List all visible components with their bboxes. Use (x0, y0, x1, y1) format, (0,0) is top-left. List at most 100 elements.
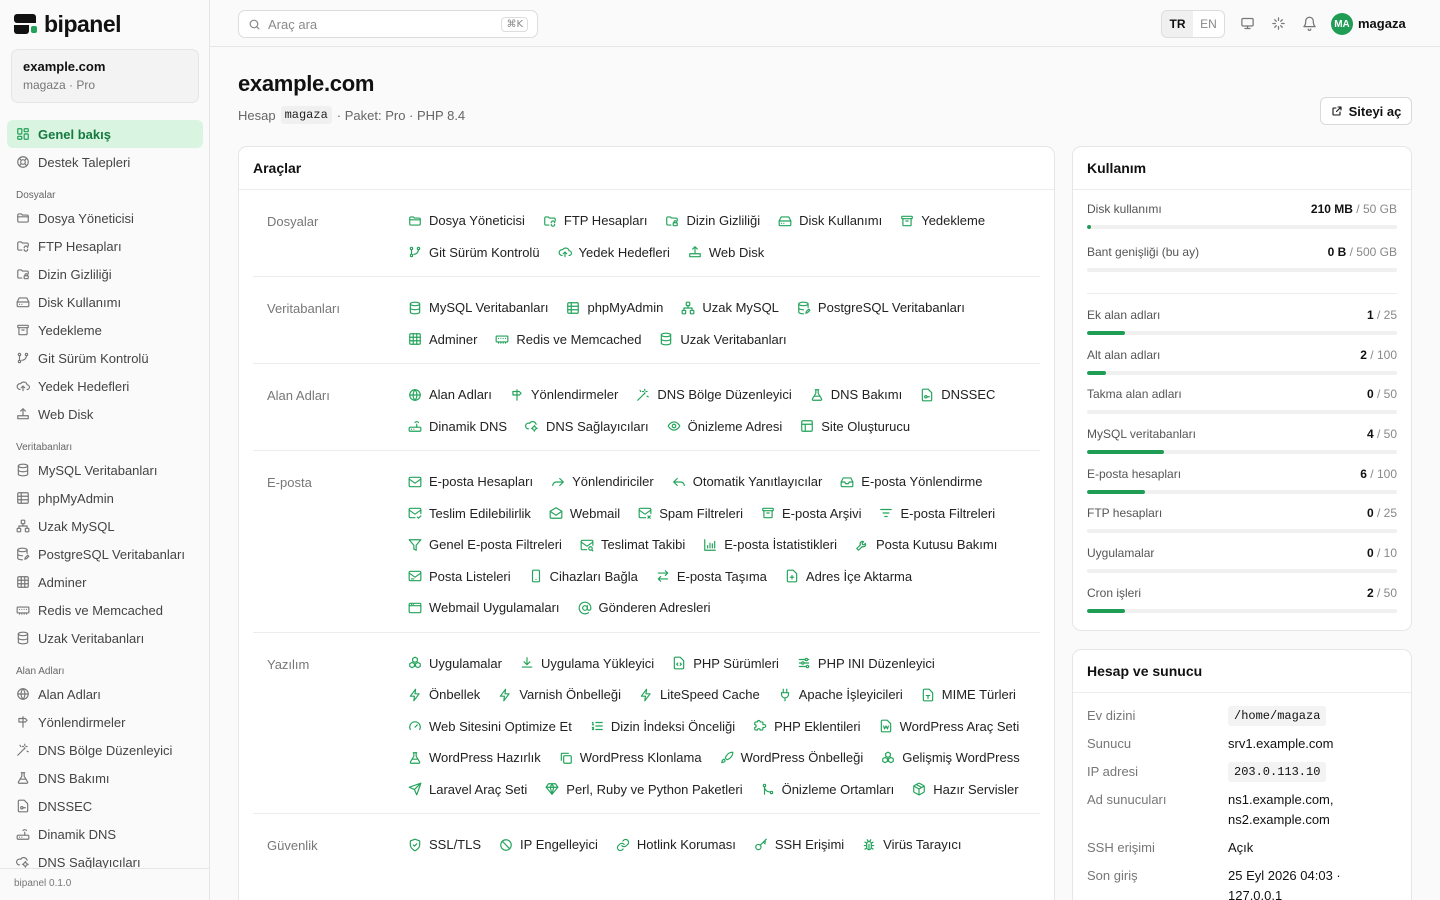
tool-link-php-eklentileri[interactable]: PHP Eklentileri (753, 711, 861, 743)
tool-link-gelismis-wordpress[interactable]: Gelişmiş WordPress (881, 742, 1020, 774)
tool-link-yedek-hedefleri[interactable]: Yedek Hedefleri (558, 237, 670, 269)
tool-link-teslim-edilebilirlik[interactable]: Teslim Edilebilirlik (408, 498, 531, 530)
tool-link-web-sitesini-optimize-et[interactable]: Web Sitesini Optimize Et (408, 711, 572, 743)
tool-link-spam-filtreleri[interactable]: Spam Filtreleri (638, 498, 743, 530)
tool-link-dosya-yoneticisi[interactable]: Dosya Yöneticisi (408, 205, 525, 237)
tool-link-wordpress-hazirlik[interactable]: WordPress Hazırlık (408, 742, 541, 774)
tool-link-posta-listeleri[interactable]: Posta Listeleri (408, 561, 511, 593)
tool-link-uygulamalar[interactable]: Uygulamalar (408, 648, 502, 680)
tool-link-dns-bolge-duzenleyici[interactable]: DNS Bölge Düzenleyici (636, 379, 792, 411)
brand-logo[interactable]: bipanel (14, 11, 122, 37)
language-switcher[interactable]: TR EN (1161, 10, 1225, 38)
tool-link-php-surumleri[interactable]: PHP Sürümleri (672, 648, 779, 680)
tool-link-mysql-veritabanlari[interactable]: MySQL Veritabanları (408, 292, 548, 324)
tool-link-dizin-gizliligi[interactable]: Dizin Gizliliği (665, 205, 760, 237)
tool-link-uzak-mysql[interactable]: Uzak MySQL (681, 292, 779, 324)
tool-link-hazir-servisler[interactable]: Hazır Servisler (912, 774, 1019, 806)
tool-link-web-disk[interactable]: Web Disk (688, 237, 764, 269)
tool-link-ip-engelleyici[interactable]: IP Engelleyici (499, 829, 598, 861)
sidebar-item-dosya-yoneticisi[interactable]: Dosya Yöneticisi (7, 204, 203, 232)
sidebar-item-adminer[interactable]: Adminer (7, 568, 203, 596)
tool-link-wordpress-onbellegi[interactable]: WordPress Önbelleği (720, 742, 863, 774)
tool-link-uygulama-yukleyici[interactable]: Uygulama Yükleyici (520, 648, 654, 680)
tool-link-ssl-tls[interactable]: SSL/TLS (408, 829, 481, 861)
tool-link-posta-kutusu-bakimi[interactable]: Posta Kutusu Bakımı (855, 529, 997, 561)
tool-link-webmail[interactable]: Webmail (549, 498, 620, 530)
sidebar-item-genel-bakis[interactable]: Genel bakış (7, 120, 203, 148)
sidebar-item-dizin-gizliligi[interactable]: Dizin Gizliliği (7, 260, 203, 288)
tool-link-e-posta-filtreleri[interactable]: E-posta Filtreleri (879, 498, 995, 530)
tool-link-dizin-indeksi-onceligi[interactable]: Dizin İndeksi Önceliği (590, 711, 735, 743)
sidebar-item-dns-bakimi[interactable]: DNS Bakımı (7, 764, 203, 792)
tool-link-e-posta-arsivi[interactable]: E-posta Arşivi (761, 498, 861, 530)
tool-link-ftp-hesaplari[interactable]: FTP Hesapları (543, 205, 647, 237)
sidebar-item-ftp-hesaplari[interactable]: FTP Hesapları (7, 232, 203, 260)
language-tr[interactable]: TR (1162, 11, 1193, 37)
sidebar-item-git-surum-kontrolu[interactable]: Git Sürüm Kontrolü (7, 344, 203, 372)
tool-link-litespeed-cache[interactable]: LiteSpeed Cache (639, 679, 760, 711)
tool-link-dinamik-dns[interactable]: Dinamik DNS (408, 411, 507, 443)
tool-link-redis-ve-memcached[interactable]: Redis ve Memcached (495, 324, 641, 356)
user-name[interactable]: magaza (1358, 16, 1406, 31)
tool-link-e-posta-hesaplari[interactable]: E-posta Hesapları (408, 466, 533, 498)
monitor-icon[interactable] (1239, 15, 1255, 31)
sidebar-item-dnssec[interactable]: DNSSEC (7, 792, 203, 820)
sidebar-item-yonlendirmeler[interactable]: Yönlendirmeler (7, 708, 203, 736)
tool-link-dns-bakimi[interactable]: DNS Bakımı (810, 379, 902, 411)
account-switcher[interactable]: example.com magaza · Pro (11, 49, 199, 103)
tool-link-e-posta-istatistikleri[interactable]: E-posta İstatistikleri (703, 529, 837, 561)
sidebar-item-alan-adlari[interactable]: Alan Adları (7, 680, 203, 708)
sidebar-item-dns-saglayicilari[interactable]: DNS Sağlayıcıları (7, 848, 203, 868)
sidebar-item-redis-ve-memcached[interactable]: Redis ve Memcached (7, 596, 203, 624)
tool-link-phpmyadmin[interactable]: phpMyAdmin (566, 292, 663, 324)
tool-search[interactable]: ⌘K (238, 10, 538, 38)
tool-link-onizleme-adresi[interactable]: Önizleme Adresi (667, 411, 782, 443)
open-site-button[interactable]: Siteyi aç (1320, 97, 1412, 125)
bell-icon[interactable] (1301, 15, 1317, 31)
tool-link-wordpress-klonlama[interactable]: WordPress Klonlama (559, 742, 702, 774)
tool-link-virus-tarayici[interactable]: Virüs Tarayıcı (862, 829, 961, 861)
sidebar-item-postgresql-veritabanlari[interactable]: PostgreSQL Veritabanları (7, 540, 203, 568)
search-input[interactable] (268, 16, 495, 32)
tool-link-yonlendiriciler[interactable]: Yönlendiriciler (551, 466, 654, 498)
avatar[interactable]: MA (1331, 13, 1353, 35)
sidebar-item-disk-kullanimi[interactable]: Disk Kullanımı (7, 288, 203, 316)
sidebar-item-dns-bolge-duzenleyici[interactable]: DNS Bölge Düzenleyici (7, 736, 203, 764)
tool-link-genel-e-posta-filtreleri[interactable]: Genel E-posta Filtreleri (408, 529, 562, 561)
tool-link-adminer[interactable]: Adminer (408, 324, 477, 356)
tool-link-onbellek[interactable]: Önbellek (408, 679, 480, 711)
tool-link-varnish-onbellegi[interactable]: Varnish Önbelleği (498, 679, 621, 711)
tool-link-site-olusturucu[interactable]: Site Oluşturucu (800, 411, 910, 443)
sidebar-item-phpmyadmin[interactable]: phpMyAdmin (7, 484, 203, 512)
tool-link-postgresql-veritabanlari[interactable]: PostgreSQL Veritabanları (797, 292, 965, 324)
tool-link-apache-isleyicileri[interactable]: Apache İşleyicileri (778, 679, 903, 711)
tool-link-laravel-arac-seti[interactable]: Laravel Araç Seti (408, 774, 527, 806)
tool-link-e-posta-yonlendirme[interactable]: E-posta Yönlendirme (840, 466, 982, 498)
sidebar-item-yedekleme[interactable]: Yedekleme (7, 316, 203, 344)
tool-link-yedekleme[interactable]: Yedekleme (900, 205, 985, 237)
sidebar-item-uzak-mysql[interactable]: Uzak MySQL (7, 512, 203, 540)
sidebar-item-mysql-veritabanlari[interactable]: MySQL Veritabanları (7, 456, 203, 484)
sidebar-item-dinamik-dns[interactable]: Dinamik DNS (7, 820, 203, 848)
tool-link-disk-kullanimi[interactable]: Disk Kullanımı (778, 205, 882, 237)
tool-link-adres-ice-aktarma[interactable]: Adres İçe Aktarma (785, 561, 912, 593)
tool-link-alan-adlari[interactable]: Alan Adları (408, 379, 492, 411)
tool-link-cihazlari-bagla[interactable]: Cihazları Bağla (529, 561, 638, 593)
tool-link-dns-saglayicilari[interactable]: DNS Sağlayıcıları (525, 411, 649, 443)
tool-link-e-posta-tasima[interactable]: E-posta Taşıma (656, 561, 767, 593)
tool-link-ssh-erisimi[interactable]: SSH Erişimi (754, 829, 844, 861)
tool-link-webmail-uygulamalari[interactable]: Webmail Uygulamaları (408, 592, 560, 624)
language-en[interactable]: EN (1193, 11, 1224, 37)
sparkles-icon[interactable] (1270, 15, 1286, 31)
tool-link-hotlink-korumasi[interactable]: Hotlink Koruması (616, 829, 736, 861)
sidebar-item-destek-talepleri[interactable]: Destek Talepleri (7, 148, 203, 176)
tool-link-otomatik-yanitlayicilar[interactable]: Otomatik Yanıtlayıcılar (672, 466, 822, 498)
tool-link-teslimat-takibi[interactable]: Teslimat Takibi (580, 529, 685, 561)
sidebar-item-yedek-hedefleri[interactable]: Yedek Hedefleri (7, 372, 203, 400)
tool-link-wordpress-arac-seti[interactable]: WordPress Araç Seti (879, 711, 1019, 743)
tool-link-uzak-veritabanlari[interactable]: Uzak Veritabanları (659, 324, 787, 356)
tool-link-gonderen-adresleri[interactable]: Gönderen Adresleri (578, 592, 711, 624)
tool-link-php-ini-duzenleyici[interactable]: PHP INI Düzenleyici (797, 648, 935, 680)
tool-link-yonlendirmeler[interactable]: Yönlendirmeler (510, 379, 618, 411)
tool-link-perl-ruby-ve-python-paketleri[interactable]: Perl, Ruby ve Python Paketleri (545, 774, 743, 806)
